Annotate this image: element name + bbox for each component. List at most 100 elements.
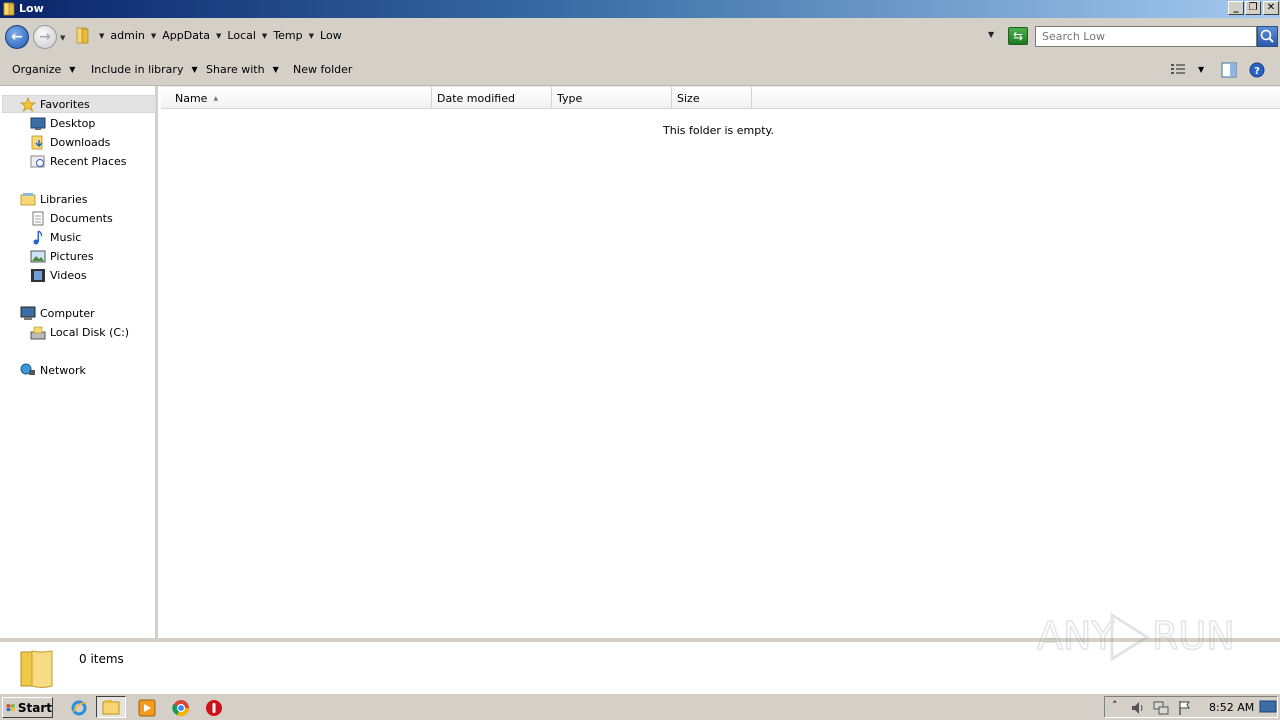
preview-pane-icon[interactable] [1221,62,1237,78]
column-size-label: Size [677,92,700,105]
breadcrumb-temp[interactable]: Temp [273,29,302,42]
show-desktop-icon[interactable] [1259,700,1277,714]
forward-button[interactable]: → [33,25,57,49]
action-center-flag-icon[interactable] [1177,700,1193,716]
nav-music-label: Music [50,231,82,244]
volume-icon[interactable] [1130,700,1146,716]
nav-local-disk[interactable]: Local Disk (C:) [30,324,129,341]
search-button[interactable] [1257,26,1278,47]
nav-recent-places[interactable]: Recent Places [30,153,127,170]
downloads-icon [31,135,43,150]
nav-downloads[interactable]: Downloads [30,134,110,151]
chevron-down-icon: ▼ [191,65,198,74]
back-button[interactable]: ← [5,25,29,49]
svg-text:ANY: ANY [1037,614,1115,658]
chevron-down-icon[interactable]: ▼ [216,32,221,40]
security-alert-icon[interactable] [205,699,223,717]
item-count: 0 items [79,652,124,666]
column-name[interactable]: Name ▲ [161,87,432,109]
search-box[interactable] [1035,26,1257,47]
nav-videos[interactable]: Videos [30,267,87,284]
chevron-down-icon[interactable]: ▼ [99,32,104,40]
documents-icon [32,211,44,226]
start-label: Start [17,700,52,715]
nav-downloads-label: Downloads [50,136,111,149]
star-icon [20,97,36,112]
title-bar[interactable]: Low _ ❐ ✕ [0,0,1280,18]
internet-explorer-icon[interactable] [70,699,88,717]
start-button[interactable]: Start [2,697,53,718]
nav-pictures[interactable]: Pictures [30,248,94,265]
nav-documents[interactable]: Documents [30,210,113,227]
chevron-down-icon[interactable]: ▼ [151,32,156,40]
nav-desktop[interactable]: Desktop [30,115,95,132]
clock[interactable]: 8:52 AM [1209,701,1254,714]
chevron-down-icon: ▼ [69,65,76,74]
folder-icon [3,2,15,16]
back-arrow-icon: ← [11,29,23,45]
new-folder-button[interactable]: New folder [293,63,352,76]
nav-computer[interactable]: Computer [20,305,95,322]
nav-local-disk-label: Local Disk (C:) [50,326,130,339]
address-bar[interactable]: ▼ admin ▼ AppData ▼ Local ▼ Temp ▼ Low [74,26,1004,46]
column-size[interactable]: Size [672,87,752,109]
recent-pages-dropdown[interactable]: ▼ [60,34,65,42]
nav-desktop-label: Desktop [50,117,96,130]
show-hidden-icons-icon[interactable]: ˄ [1112,699,1118,712]
new-folder-label: New folder [293,63,353,76]
nav-favorites-label: Favorites [40,98,90,111]
network-icon [20,363,35,375]
breadcrumb-local[interactable]: Local [227,29,256,42]
help-icon[interactable]: ? [1249,62,1265,78]
column-header-row: Name ▲ Date modified Type Size [161,86,1280,109]
nav-libraries[interactable]: Libraries [20,191,88,208]
close-icon: ✕ [1266,2,1276,13]
restore-button[interactable]: ❐ [1245,1,1261,15]
share-with-button[interactable]: Share with ▼ [206,63,279,76]
media-player-icon[interactable] [138,699,156,717]
chevron-down-icon[interactable]: ▼ [262,32,267,40]
nav-music[interactable]: Music [30,229,81,246]
view-options-dropdown[interactable]: ▼ [1198,65,1204,74]
column-type[interactable]: Type [552,87,672,109]
close-button[interactable]: ✕ [1263,1,1279,15]
hard-disk-icon [30,326,46,340]
navigation-pane: Favorites Desktop Downloads Recent Place… [0,86,158,638]
nav-favorites[interactable]: Favorites [20,96,90,113]
include-in-library-button[interactable]: Include in library ▼ [91,63,198,76]
nav-pictures-label: Pictures [50,250,94,263]
svg-text:?: ? [1254,66,1260,77]
include-in-library-label: Include in library [91,63,184,76]
nav-documents-label: Documents [50,212,113,225]
view-details-icon[interactable] [1170,62,1186,76]
taskbar-explorer-active[interactable] [96,696,126,718]
nav-libraries-label: Libraries [40,193,88,206]
minimize-button[interactable]: _ [1228,1,1244,15]
sort-ascending-icon: ▲ [213,95,219,102]
column-type-label: Type [557,92,583,105]
videos-icon [31,269,45,282]
breadcrumb-appdata[interactable]: AppData [162,29,210,42]
chevron-down-icon: ▼ [272,65,279,74]
breadcrumb-low[interactable]: Low [320,29,342,42]
anyrun-watermark-logo: ANY RUN [1037,612,1235,662]
breadcrumb-admin[interactable]: admin [110,29,144,42]
folder-icon [20,650,53,688]
recent-places-icon [30,155,45,168]
organize-button[interactable]: Organize ▼ [12,63,75,76]
refresh-button[interactable]: ⇆ [1008,27,1028,45]
chevron-down-icon[interactable]: ▼ [309,32,314,40]
chrome-icon[interactable] [172,699,190,717]
explorer-folder-icon [102,700,120,715]
column-date-modified[interactable]: Date modified [432,87,552,109]
address-history-dropdown[interactable]: ▼ [988,30,994,39]
search-input[interactable] [1036,27,1236,46]
search-icon [1260,29,1274,43]
file-list[interactable]: Name ▲ Date modified Type Size This folde… [161,86,1280,638]
pictures-icon [30,250,46,263]
nav-network[interactable]: Network [20,362,86,379]
network-tray-icon[interactable] [1153,700,1169,716]
breadcrumb: ▼ admin ▼ AppData ▼ Local ▼ Temp ▼ Low [96,29,342,42]
refresh-icon: ⇆ [1012,29,1024,43]
libraries-icon [20,193,36,206]
